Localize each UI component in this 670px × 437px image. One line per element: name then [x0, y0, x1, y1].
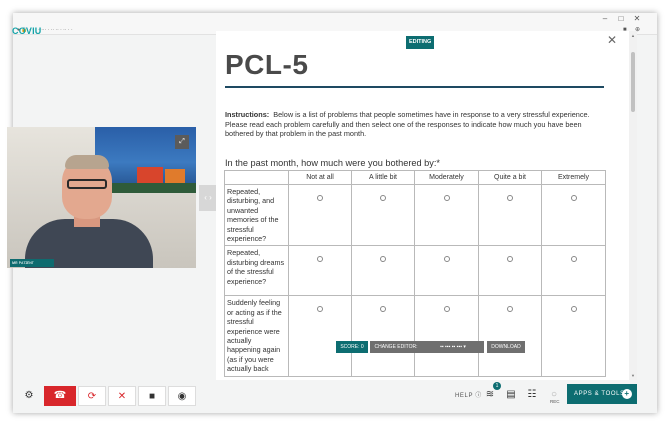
panel-resize-handle[interactable]: ‹ › — [199, 185, 217, 211]
participant-hair — [65, 155, 109, 169]
column-header: Extremely — [541, 170, 606, 185]
participant-glasses — [67, 179, 107, 189]
mute-microphone-button[interactable]: ✕ — [108, 386, 136, 406]
table-row: Repeated, disturbing, and unwanted memor… — [224, 183, 606, 247]
video-camera-button[interactable]: ■ — [138, 386, 166, 406]
snapshot-camera-button[interactable]: ◉ — [168, 386, 196, 406]
item-text: Repeated, disturbing dreams of the stres… — [224, 245, 289, 297]
scroll-up-icon[interactable]: ▲ — [629, 33, 637, 38]
column-header: Moderately — [414, 170, 479, 185]
scroll-down-icon[interactable]: ▼ — [629, 373, 637, 378]
page-title: PCL-5 — [225, 49, 309, 80]
radio-a-little-bit[interactable] — [380, 256, 386, 263]
help-label[interactable]: HELP — [455, 393, 473, 399]
minimize-icon[interactable]: – — [599, 13, 611, 25]
add-icon: + — [622, 389, 632, 399]
change-editor-label: CHANGE EDITOR: — [370, 341, 422, 353]
question-prompt: In the past month, how much were you bot… — [225, 158, 441, 168]
notification-badge: 1 — [493, 382, 501, 390]
instructions-text: Below is a list of problems that people … — [225, 110, 590, 138]
hangup-button[interactable]: ☎ — [44, 386, 76, 406]
column-header: Not at all — [288, 170, 352, 185]
column-header: A little bit — [351, 170, 415, 185]
radio-moderately[interactable] — [443, 195, 450, 201]
close-panel-icon[interactable]: ✕ — [607, 33, 617, 47]
apps-tools-label: APPS & TOOLS — [574, 391, 625, 397]
title-divider — [225, 86, 604, 88]
radio-extremely[interactable] — [570, 195, 577, 201]
table-header-row: Not at all A little bit Moderately Quite… — [224, 170, 606, 185]
download-button[interactable]: DOWNLOAD — [487, 341, 525, 353]
instructions-label: Instructions: — [225, 110, 270, 119]
settings-gear-icon[interactable]: ⚙ — [20, 386, 38, 406]
radio-extremely[interactable] — [570, 256, 577, 263]
chat-icon[interactable]: ▤ — [504, 388, 518, 402]
status-badge: EDITING — [406, 36, 435, 49]
header-blank — [224, 170, 289, 185]
layers-icon[interactable]: ≋ — [483, 388, 497, 402]
radio-not-at-all[interactable] — [317, 256, 323, 263]
radio-not-at-all[interactable] — [317, 306, 323, 313]
score-display: SCORE: 0 — [336, 341, 368, 353]
radio-not-at-all[interactable] — [317, 195, 323, 201]
expand-video-button[interactable]: ⤢ — [175, 135, 189, 149]
close-window-icon[interactable]: ✕ — [631, 13, 643, 25]
apps-tools-button[interactable]: APPS & TOOLS + — [567, 384, 637, 404]
radio-quite-a-bit[interactable] — [507, 306, 513, 313]
help-button[interactable]: HELP ⓘ — [455, 390, 482, 402]
radio-moderately[interactable] — [443, 306, 450, 313]
radio-a-little-bit[interactable] — [380, 195, 386, 201]
radio-quite-a-bit[interactable] — [507, 256, 513, 263]
coviu-logo: COVIU — [12, 26, 42, 36]
participant-video — [7, 127, 196, 268]
item-text: Repeated, disturbing, and unwanted memor… — [224, 183, 289, 247]
radio-moderately[interactable] — [443, 256, 450, 263]
table-row: Suddenly feeling or acting as if the str… — [224, 295, 606, 377]
switch-camera-button[interactable]: ⟳ — [78, 386, 106, 406]
participants-icon[interactable]: ☷ — [525, 388, 539, 402]
record-label: REC — [550, 399, 560, 404]
table-row: Repeated, disturbing dreams of the stres… — [224, 245, 606, 297]
browser-titlebar: – □ ✕ — [13, 13, 657, 25]
participant-name-tag: ᴍʀ ᴘᴀᴛɪᴇɴᴛ — [10, 259, 54, 267]
radio-extremely[interactable] — [570, 306, 577, 313]
instructions: Instructions: Below is a list of problem… — [225, 110, 610, 139]
radio-a-little-bit[interactable] — [380, 306, 386, 313]
maximize-icon[interactable]: □ — [615, 13, 627, 25]
item-text: Suddenly feeling or acting as if the str… — [224, 295, 289, 377]
scrollbar-thumb[interactable] — [631, 52, 635, 112]
editor-select[interactable]: ▪▪ ▪▪▪ ▪▪ ▪▪▪ ▾ — [422, 341, 484, 353]
column-header: Quite a bit — [478, 170, 542, 185]
radio-quite-a-bit[interactable] — [507, 195, 513, 201]
